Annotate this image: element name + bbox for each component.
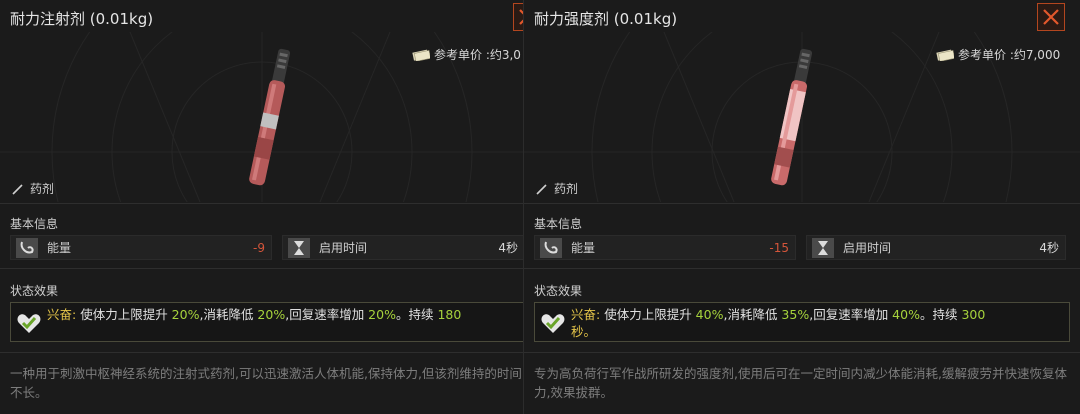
hourglass-icon — [811, 237, 835, 258]
effect-text: 。持续 — [395, 307, 438, 322]
item-tooltip-right: 耐力强度剂 (0.01kg) 参考单价 :约7,000 药剂 基本信息 能量 -… — [524, 0, 1080, 414]
money-icon — [936, 49, 954, 61]
reference-price: 参考单价 :约7,000 — [936, 46, 1060, 63]
effect-description: 兴奋: 使体力上限提升 20%,消耗降低 20%,回复速率增加 20%。持续 1… — [47, 303, 461, 323]
effect-text: 使体力上限提升 — [600, 307, 696, 322]
hourglass-icon — [287, 237, 311, 258]
item-category: 药剂 — [536, 180, 578, 197]
status-effect-heading: 状态效果 — [534, 284, 583, 298]
item-description: 一种用于刺激中枢神经系统的注射式药剂,可以迅速激活人体机能,保持体力,但该剂维持… — [10, 366, 522, 400]
effect-value: 20% — [368, 307, 396, 322]
effect-name: 兴奋: — [47, 307, 77, 322]
energy-stat: 能量 -15 — [534, 235, 796, 260]
category-label: 药剂 — [554, 182, 579, 196]
pen-icon — [12, 183, 23, 195]
item-category: 药剂 — [12, 180, 54, 197]
price-label: 参考单价 :约3,0 — [434, 48, 521, 62]
effect-text: 。持续 — [919, 307, 962, 322]
price-label: 参考单价 :约7,000 — [958, 48, 1061, 62]
effect-value: 300 — [961, 307, 986, 322]
activation-time-value: 4秒 — [498, 241, 518, 255]
stomach-icon — [15, 237, 39, 258]
stomach-icon — [539, 237, 563, 258]
heart-icon — [17, 314, 41, 333]
energy-label: 能量 — [571, 241, 596, 255]
effect-value: 180 — [437, 307, 462, 322]
reference-price: 参考单价 :约3,0 — [412, 46, 521, 63]
energy-stat: 能量 -9 — [10, 235, 272, 260]
effect-value: 40% — [695, 307, 724, 322]
item-description: 专为高负荷行军作战所研发的强度剂,使用后可在一定时间内减少体能消耗,缓解疲劳并快… — [534, 366, 1067, 400]
effect-value: 20% — [171, 307, 200, 322]
close-button[interactable] — [513, 3, 523, 31]
close-icon — [1043, 9, 1059, 25]
activation-time-value: 4秒 — [1039, 241, 1059, 255]
activation-time-label: 启用时间 — [319, 241, 368, 255]
money-icon — [412, 49, 430, 61]
effect-text: ,消耗降低 — [723, 307, 782, 322]
close-button[interactable] — [1037, 3, 1065, 31]
divider — [524, 352, 1080, 353]
basic-info-heading: 基本信息 — [10, 217, 59, 231]
heart-icon — [541, 314, 565, 333]
item-title: 耐力强度剂 (0.01kg) — [534, 10, 678, 28]
divider — [524, 268, 1080, 269]
activation-time-label: 启用时间 — [843, 241, 892, 255]
divider — [0, 203, 523, 204]
divider — [0, 268, 523, 269]
activation-time-stat: 启用时间 4秒 — [806, 235, 1066, 260]
pen-icon — [536, 183, 547, 195]
effect-value: 35% — [781, 307, 810, 322]
energy-label: 能量 — [47, 241, 72, 255]
syringe-item-image — [771, 48, 813, 186]
divider — [0, 352, 523, 353]
effect-text: 秒。 — [571, 324, 597, 339]
effect-text: ,回复速率增加 — [809, 307, 893, 322]
close-icon — [519, 9, 523, 25]
divider — [524, 203, 1080, 204]
effect-text: ,消耗降低 — [199, 307, 258, 322]
effect-name: 兴奋: — [571, 307, 601, 322]
effect-value: 40% — [892, 307, 920, 322]
effect-box: 兴奋: 使体力上限提升 20%,消耗降低 20%,回复速率增加 20%。持续 1… — [10, 302, 523, 342]
effect-text: ,回复速率增加 — [285, 307, 369, 322]
category-label: 药剂 — [30, 182, 55, 196]
status-effect-heading: 状态效果 — [10, 284, 59, 298]
effect-description: 兴奋: 使体力上限提升 40%,消耗降低 35%,回复速率增加 40%。持续 3… — [571, 303, 985, 340]
basic-info-heading: 基本信息 — [534, 217, 583, 231]
effect-text: 使体力上限提升 — [76, 307, 172, 322]
item-title: 耐力注射剂 (0.01kg) — [10, 10, 154, 28]
energy-value: -15 — [769, 240, 789, 255]
activation-time-stat: 启用时间 4秒 — [282, 235, 523, 260]
item-tooltip-left: 耐力注射剂 (0.01kg) 参考单价 :约3,0 药剂 基本信息 能量 -9 … — [0, 0, 524, 414]
energy-value: -9 — [253, 240, 265, 255]
syringe-item-image — [249, 48, 291, 186]
effect-value: 20% — [257, 307, 286, 322]
effect-box: 兴奋: 使体力上限提升 40%,消耗降低 35%,回复速率增加 40%。持续 3… — [534, 302, 1070, 342]
